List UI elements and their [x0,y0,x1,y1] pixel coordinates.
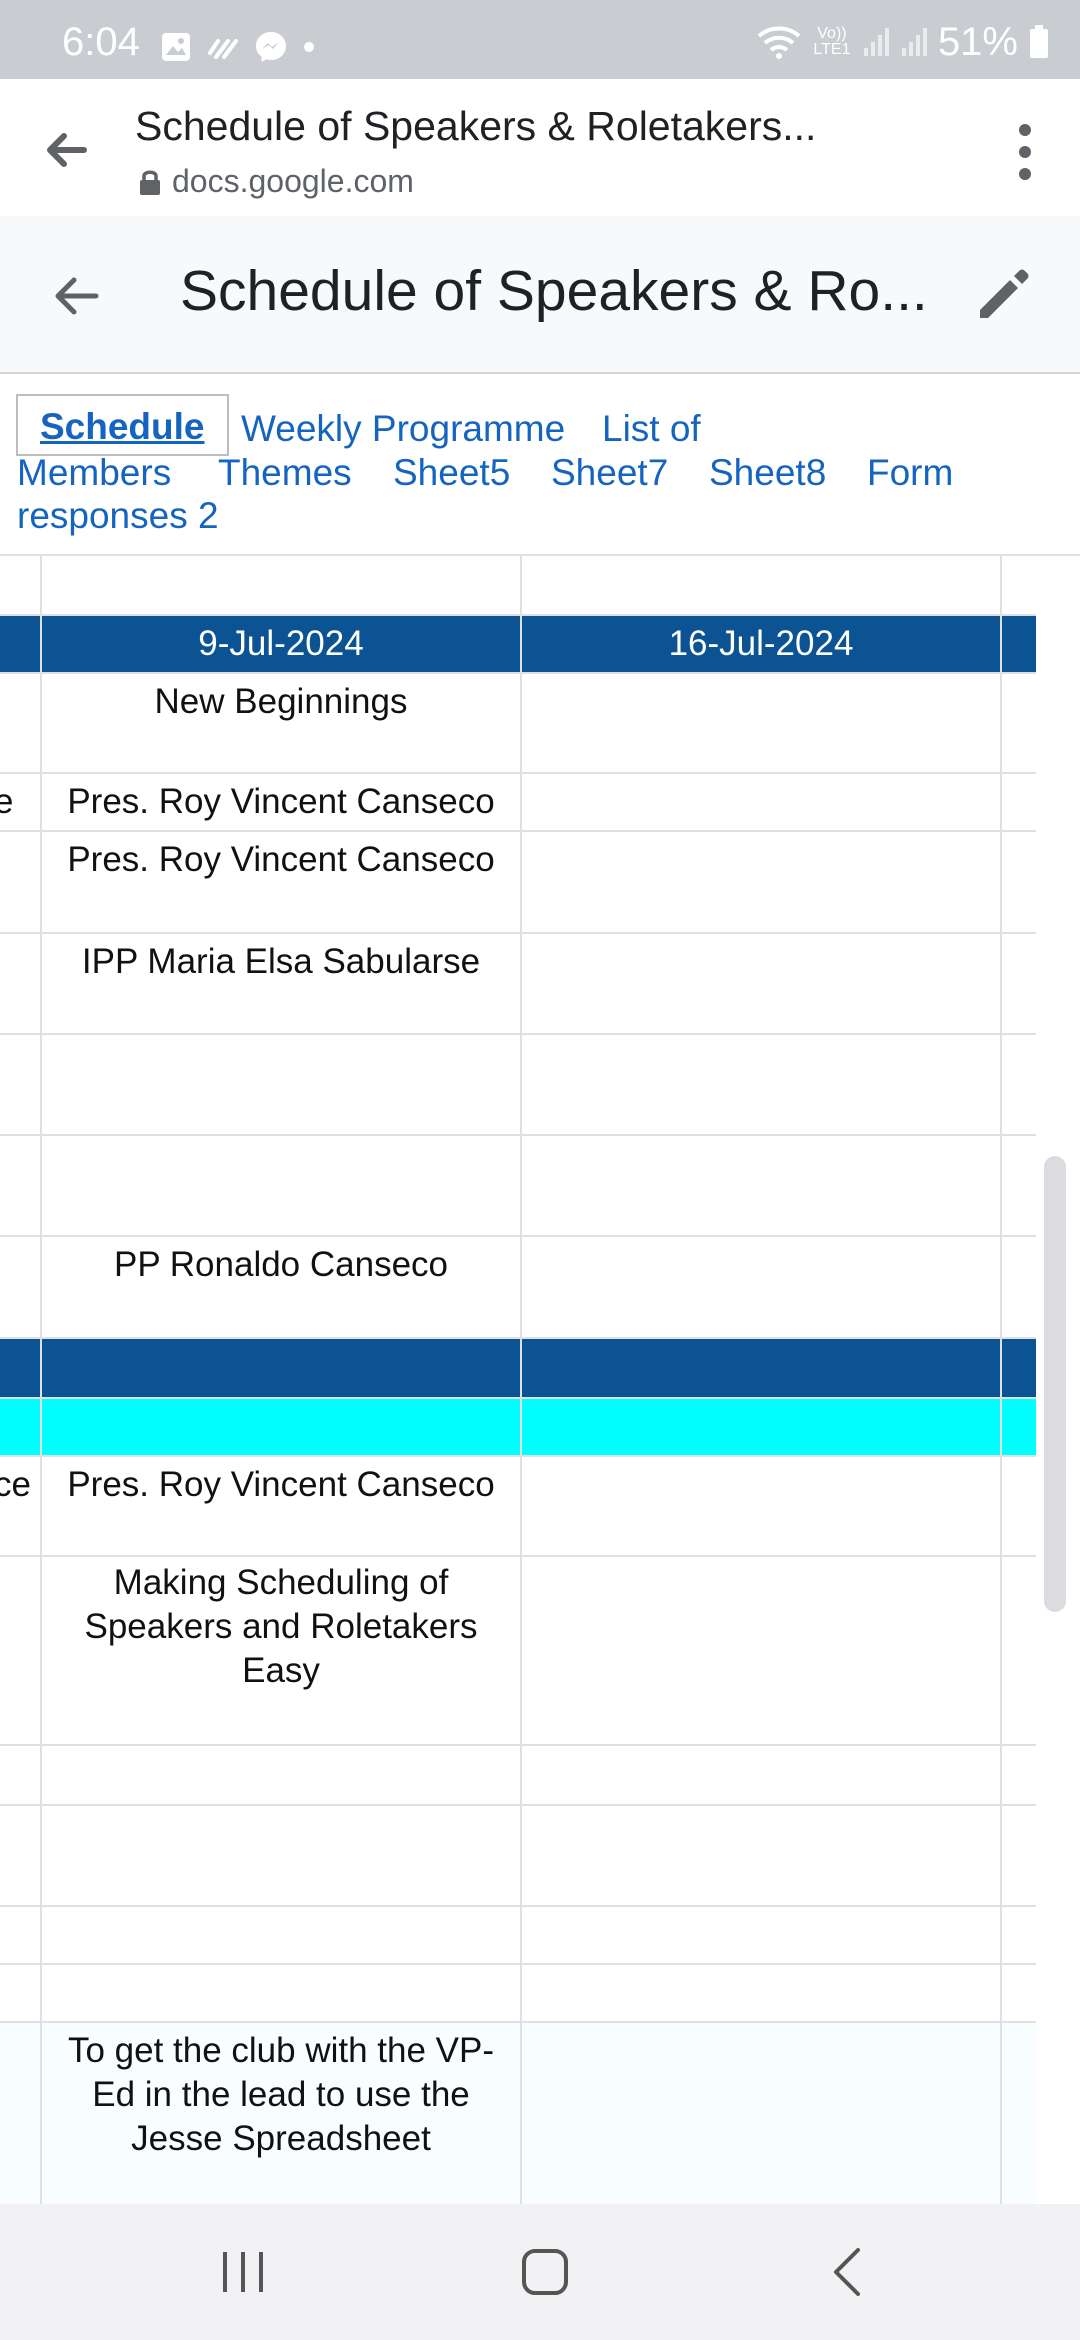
tab-list-of-members-line1[interactable]: List of [602,408,701,450]
table-row[interactable] [0,1136,1036,1237]
table-cell[interactable] [522,1457,1000,1463]
back-chevron-icon[interactable] [820,2242,880,2302]
table-cell[interactable]: Pres. Roy Vincent Canseco [42,832,520,882]
vertical-scrollbar[interactable] [1044,1156,1066,1612]
table-cell[interactable] [42,1136,520,1142]
table-row[interactable] [0,1965,1036,2023]
tab-themes[interactable]: Themes [218,452,352,494]
section-band-row[interactable] [0,1339,1036,1399]
battery-percent: 51% [937,19,1018,64]
column-divider [40,556,42,2204]
network-label: Vo)) LTE1 [813,25,851,58]
recents-icon[interactable] [213,2242,273,2302]
sheet-tabs: Schedule Weekly Programme List of Member… [0,374,1080,556]
table-cell[interactable] [522,1557,1000,1563]
status-time: 6:04 [62,20,140,64]
table-row[interactable]: PP Ronaldo Canseco [0,1237,1036,1339]
table-cell[interactable]: Making Scheduling of Speakers and Roleta… [42,1557,520,1693]
table-cell[interactable] [522,832,1000,838]
date-header-cell[interactable]: 16-Jul-2024 [522,616,1000,674]
pencil-icon[interactable] [974,266,1032,324]
notification-icons [160,30,316,64]
tab-weekly-programme[interactable]: Weekly Programme [241,408,565,450]
browser-domain-text: docs.google.com [172,163,414,199]
table-cell[interactable]: Pres. Roy Vincent Canseco [42,1457,520,1507]
table-cell[interactable]: PP Ronaldo Canseco [42,1237,520,1287]
gallery-icon [162,33,190,61]
tab-sheet7[interactable]: Sheet7 [551,452,668,494]
system-navigation-bar [0,2204,1080,2340]
table-row[interactable] [0,1907,1036,1965]
sheet-header: Schedule of Speakers & Ro... [0,216,1080,374]
tab-form-responses-line1[interactable]: Form [867,452,953,494]
browser-domain: docs.google.com [138,163,414,200]
dot-icon [304,42,314,52]
highlight-band-row[interactable] [0,1399,1036,1457]
signal-icon-1 [863,28,889,56]
table-cell[interactable]: IPP Maria Elsa Sabularse [42,934,520,984]
activity-icon [208,39,238,59]
table-row[interactable] [0,556,1036,616]
browser-page-title: Schedule of Speakers & Roletakers... [135,103,817,149]
spreadsheet-grid[interactable]: 9-Jul-2024 16-Jul-2024 New Beginnings e … [0,556,1080,2204]
table-row[interactable]: IPP Maria Elsa Sabularse [0,934,1036,1035]
table-cell[interactable]: Pres. Roy Vincent Canseco [42,774,520,824]
wifi-icon [757,26,801,59]
table-row[interactable]: e Pres. Roy Vincent Canseco [0,774,1036,832]
table-cell[interactable] [522,1035,1000,1041]
table-row[interactable]: ce Pres. Roy Vincent Canseco [0,1457,1036,1557]
table-row[interactable]: Pres. Roy Vincent Canseco [0,832,1036,934]
table-cell[interactable] [522,774,1000,780]
table-cell[interactable]: To get the club with the VP-Ed in the le… [42,2023,520,2161]
browser-back-icon[interactable] [40,124,92,176]
table-row[interactable] [0,1806,1036,1907]
sheet-title: Schedule of Speakers & Ro... [180,259,928,323]
table-row[interactable] [0,1746,1036,1806]
table-cell[interactable] [522,934,1000,940]
battery-icon [1030,25,1048,58]
tab-sheet5[interactable]: Sheet5 [393,452,510,494]
messenger-icon [256,32,286,62]
table-row[interactable]: Making Scheduling of Speakers and Roleta… [0,1557,1036,1746]
home-icon[interactable] [515,2242,575,2302]
tab-sheet8[interactable]: Sheet8 [709,452,826,494]
table-row[interactable]: New Beginnings [0,674,1036,774]
table-cell[interactable]: New Beginnings [42,674,520,724]
browser-toolbar: Schedule of Speakers & Roletakers... doc… [0,79,1080,218]
tab-list-of-members-line2[interactable]: Members [17,452,171,494]
signal-icon-2 [901,28,927,56]
table-cell[interactable] [522,674,1000,680]
table-row[interactable] [0,1035,1036,1136]
date-header-row[interactable]: 9-Jul-2024 16-Jul-2024 [0,616,1036,674]
date-header-cell[interactable]: 9-Jul-2024 [42,616,520,674]
table-cell[interactable] [522,2023,1000,2029]
table-cell[interactable] [522,1136,1000,1142]
status-bar: 6:04 Vo)) LTE1 51% [0,0,1080,79]
table-row[interactable]: To get the club with the VP-Ed in the le… [0,2023,1036,2204]
more-vert-icon[interactable] [1000,119,1050,185]
lock-icon [140,170,160,195]
table-cell-clipped[interactable]: e [0,774,34,824]
tab-form-responses-line2[interactable]: responses 2 [17,495,219,537]
tab-schedule[interactable]: Schedule [16,394,229,456]
column-divider [1000,556,1002,2204]
column-divider [520,556,522,2204]
table-cell-clipped[interactable]: ce [0,1457,34,1507]
table-cell[interactable] [522,1237,1000,1243]
sheet-back-icon[interactable] [48,268,104,324]
system-icons: Vo)) LTE1 51% [756,19,1050,64]
table-cell[interactable] [42,1035,520,1041]
